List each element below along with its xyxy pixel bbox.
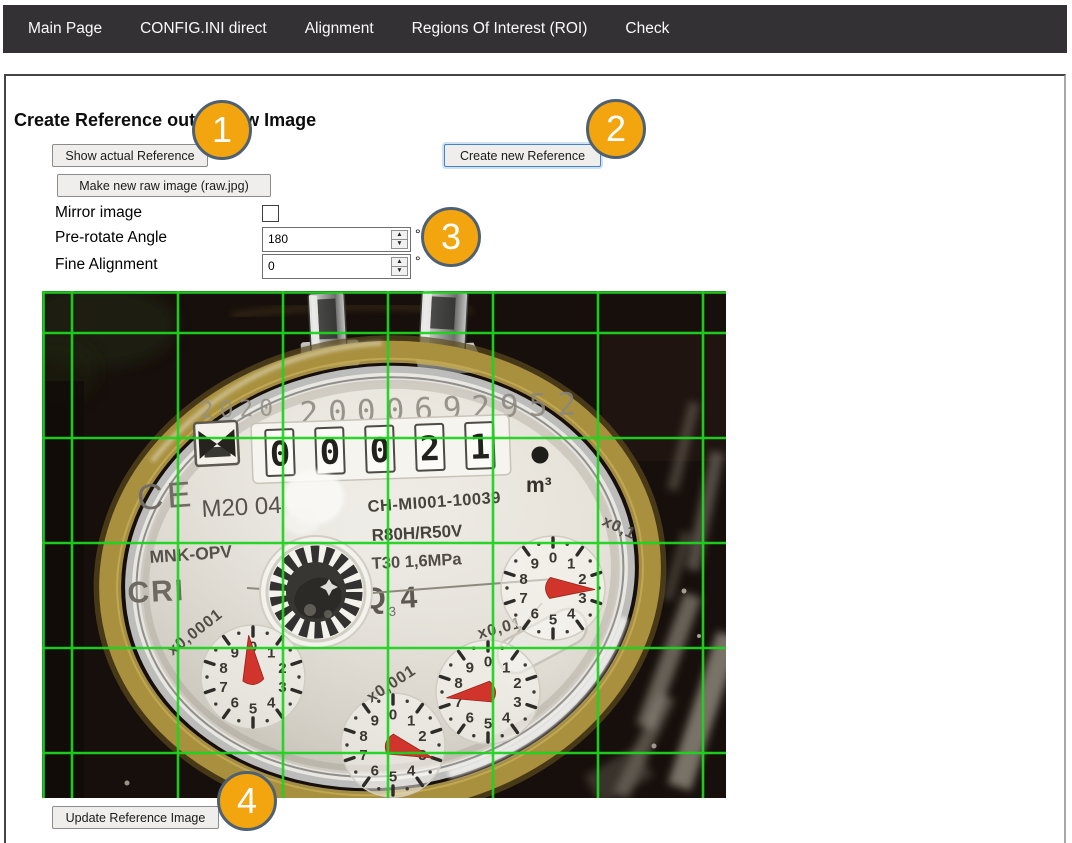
q-sub: 3 [388, 604, 396, 619]
fine-alignment-input[interactable]: 0 ▲ ▼ [262, 254, 411, 279]
spinner-down-icon[interactable]: ▼ [392, 240, 407, 248]
annotation-circle-4: 4 [217, 771, 277, 831]
svg-text:9: 9 [466, 659, 474, 676]
nav-main-page[interactable]: Main Page [9, 20, 121, 38]
unit-label: m³ [526, 474, 552, 497]
fine-alignment-degree-sign: ° [415, 253, 421, 269]
svg-text:7: 7 [219, 679, 227, 696]
svg-text:0: 0 [389, 707, 397, 724]
counter-digit: 2 [419, 429, 441, 470]
nav-alignment[interactable]: Alignment [286, 20, 393, 38]
annotation-circle-1: 1 [192, 100, 252, 160]
make-new-raw-image-button[interactable]: Make new raw image (raw.jpg) [57, 174, 271, 197]
fine-alignment-label: Fine Alignment [55, 256, 158, 274]
svg-text:2: 2 [418, 728, 426, 745]
serial-prefix: 2020 [199, 395, 279, 424]
top-navbar: Main Page CONFIG.INI direct Alignment Re… [3, 5, 1067, 53]
spinner-up-icon[interactable]: ▲ [392, 258, 407, 267]
nav-roi[interactable]: Regions Of Interest (ROI) [393, 20, 607, 38]
reference-image: 2020 2 0 0 0 6 9 2 9 5 2 0 [42, 291, 726, 798]
pre-rotate-spinner: ▲ ▼ [391, 230, 408, 249]
svg-text:6: 6 [531, 606, 539, 623]
svg-text:9: 9 [531, 555, 539, 572]
svg-text:4: 4 [407, 763, 416, 780]
svg-text:7: 7 [519, 590, 527, 607]
pre-rotate-angle-value: 180 [268, 228, 288, 251]
counter-digit: 1 [469, 427, 491, 468]
show-actual-reference-button[interactable]: Show actual Reference [52, 144, 208, 167]
fine-alignment-spinner: ▲ ▼ [391, 257, 408, 276]
ce-mark: CE [136, 473, 197, 518]
svg-text:3: 3 [513, 694, 521, 711]
svg-text:1: 1 [502, 659, 510, 676]
svg-text:8: 8 [219, 660, 227, 677]
svg-text:7: 7 [359, 747, 367, 764]
svg-text:5: 5 [484, 716, 492, 733]
annotation-circle-3: 3 [421, 207, 481, 267]
svg-text:0: 0 [484, 654, 492, 671]
mirror-image-label: Mirror image [55, 204, 142, 222]
svg-text:6: 6 [231, 695, 239, 712]
create-new-reference-button[interactable]: Create new Reference [444, 144, 601, 167]
pre-rotate-angle-input[interactable]: 180 ▲ ▼ [262, 227, 411, 252]
svg-text:1: 1 [407, 712, 415, 729]
svg-text:5: 5 [549, 612, 557, 629]
page-title: Create Reference out of Raw Image [14, 110, 316, 131]
svg-text:8: 8 [359, 728, 367, 745]
approval-text: M20 04 [201, 492, 282, 523]
fine-alignment-value: 0 [268, 255, 275, 278]
update-reference-image-button[interactable]: Update Reference Image [52, 806, 219, 829]
svg-text:6: 6 [466, 710, 474, 727]
pre-rotate-degree-sign: ° [415, 226, 421, 242]
annotation-circle-2: 2 [586, 99, 646, 159]
svg-text:9: 9 [371, 712, 379, 729]
pre-rotate-angle-label: Pre-rotate Angle [55, 229, 167, 247]
nav-config-ini[interactable]: CONFIG.INI direct [121, 20, 286, 38]
counter-digit: 0 [269, 434, 291, 475]
svg-text:4: 4 [502, 710, 511, 727]
nav-check[interactable]: Check [606, 20, 688, 38]
svg-text:5: 5 [249, 701, 257, 718]
spinner-up-icon[interactable]: ▲ [392, 231, 407, 240]
mirror-image-checkbox[interactable] [262, 205, 279, 222]
svg-text:2: 2 [513, 675, 521, 692]
counter-window: 0 0 0 2 1 [251, 415, 511, 484]
svg-text:1: 1 [567, 555, 575, 572]
svg-text:4: 4 [267, 695, 276, 712]
q-value: 4 [400, 581, 419, 615]
counter-dot-icon [532, 447, 549, 464]
svg-text:4: 4 [567, 606, 576, 623]
svg-text:6: 6 [371, 763, 379, 780]
page-root: Main Page CONFIG.INI direct Alignment Re… [0, 0, 1072, 843]
svg-text:8: 8 [519, 571, 527, 588]
spinner-down-icon[interactable]: ▼ [392, 267, 407, 275]
flow-indicator-icon [194, 421, 239, 466]
svg-text:8: 8 [454, 675, 462, 692]
svg-text:5: 5 [389, 769, 397, 786]
svg-text:0: 0 [549, 550, 557, 567]
